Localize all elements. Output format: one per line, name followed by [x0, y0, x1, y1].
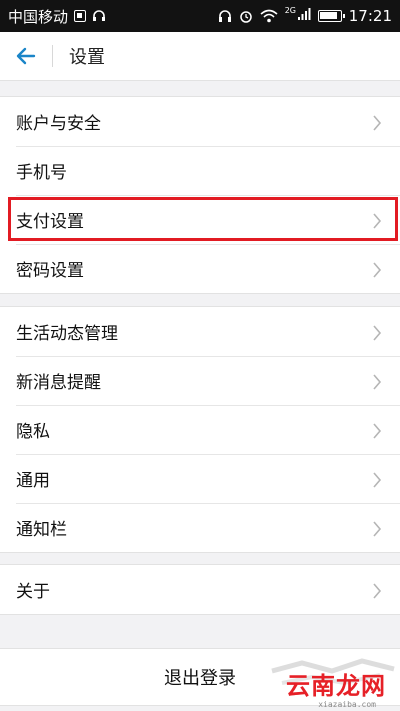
- settings-item-notification-bar[interactable]: 通知栏: [0, 503, 400, 552]
- chevron-right-icon: [373, 212, 382, 229]
- settings-item-label: 关于: [16, 582, 50, 602]
- settings-item-label: 通知栏: [16, 520, 67, 540]
- wifi-icon: [260, 9, 278, 23]
- watermark-subtext: xiazaiba.com: [318, 700, 376, 709]
- watermark-text: 云南龙网: [286, 672, 386, 700]
- headphones-icon: [218, 10, 231, 22]
- settings-item-privacy[interactable]: 隐私: [0, 405, 400, 454]
- settings-item-label: 隐私: [16, 422, 50, 442]
- settings-item-password[interactable]: 密码设置: [0, 244, 400, 293]
- chevron-right-icon: [373, 373, 382, 390]
- settings-item-label: 通用: [16, 471, 50, 491]
- chevron-right-icon: [373, 324, 382, 341]
- chevron-right-icon: [373, 520, 382, 537]
- chevron-right-icon: [373, 422, 382, 439]
- chevron-right-icon: [373, 261, 382, 278]
- settings-item-payment[interactable]: 支付设置: [0, 195, 400, 244]
- settings-group-account: 账户与安全 手机号 支付设置 密码设置: [0, 96, 400, 294]
- settings-item-phone-number[interactable]: 手机号: [0, 146, 400, 195]
- settings-item-label: 新消息提醒: [16, 373, 101, 393]
- settings-item-general[interactable]: 通用: [0, 454, 400, 503]
- signal-icon: [297, 8, 311, 20]
- headset-icon: [93, 10, 106, 21]
- settings-item-about[interactable]: 关于: [0, 565, 400, 614]
- settings-group-general: 生活动态管理 新消息提醒 隐私 通用 通知栏: [0, 306, 400, 553]
- alarm-icon: [239, 11, 252, 23]
- status-right: 2G 17:21: [218, 7, 392, 25]
- chevron-right-icon: [373, 471, 382, 488]
- settings-item-label: 账户与安全: [16, 114, 101, 134]
- back-button[interactable]: [0, 32, 52, 80]
- battery-icon: [317, 10, 345, 22]
- clock: 17:21: [348, 7, 392, 25]
- nav-bar: 设置: [0, 32, 400, 81]
- back-arrow-icon: [16, 47, 36, 65]
- chevron-right-icon: [373, 114, 382, 131]
- page-title: 设置: [69, 47, 105, 68]
- settings-item-notifications[interactable]: 新消息提醒: [0, 356, 400, 405]
- settings-item-label: 密码设置: [16, 261, 84, 281]
- chevron-right-icon: [373, 582, 382, 599]
- nav-divider: [52, 45, 53, 67]
- settings-item-label: 手机号: [16, 163, 67, 183]
- status-bar: 中国移动 2G 17:21: [0, 0, 400, 32]
- settings-item-life-feed[interactable]: 生活动态管理: [0, 307, 400, 356]
- network-type-label: 2G: [284, 6, 296, 15]
- settings-item-account-security[interactable]: 账户与安全: [0, 97, 400, 146]
- sim-icon: [74, 10, 87, 22]
- settings-item-label: 支付设置: [16, 212, 84, 232]
- settings-item-label: 生活动态管理: [16, 324, 118, 344]
- carrier-label: 中国移动: [8, 7, 69, 26]
- watermark-logo: 云南龙网 xiazaiba.com: [262, 653, 400, 711]
- status-left: 中国移动: [8, 6, 106, 27]
- settings-group-about: 关于: [0, 564, 400, 615]
